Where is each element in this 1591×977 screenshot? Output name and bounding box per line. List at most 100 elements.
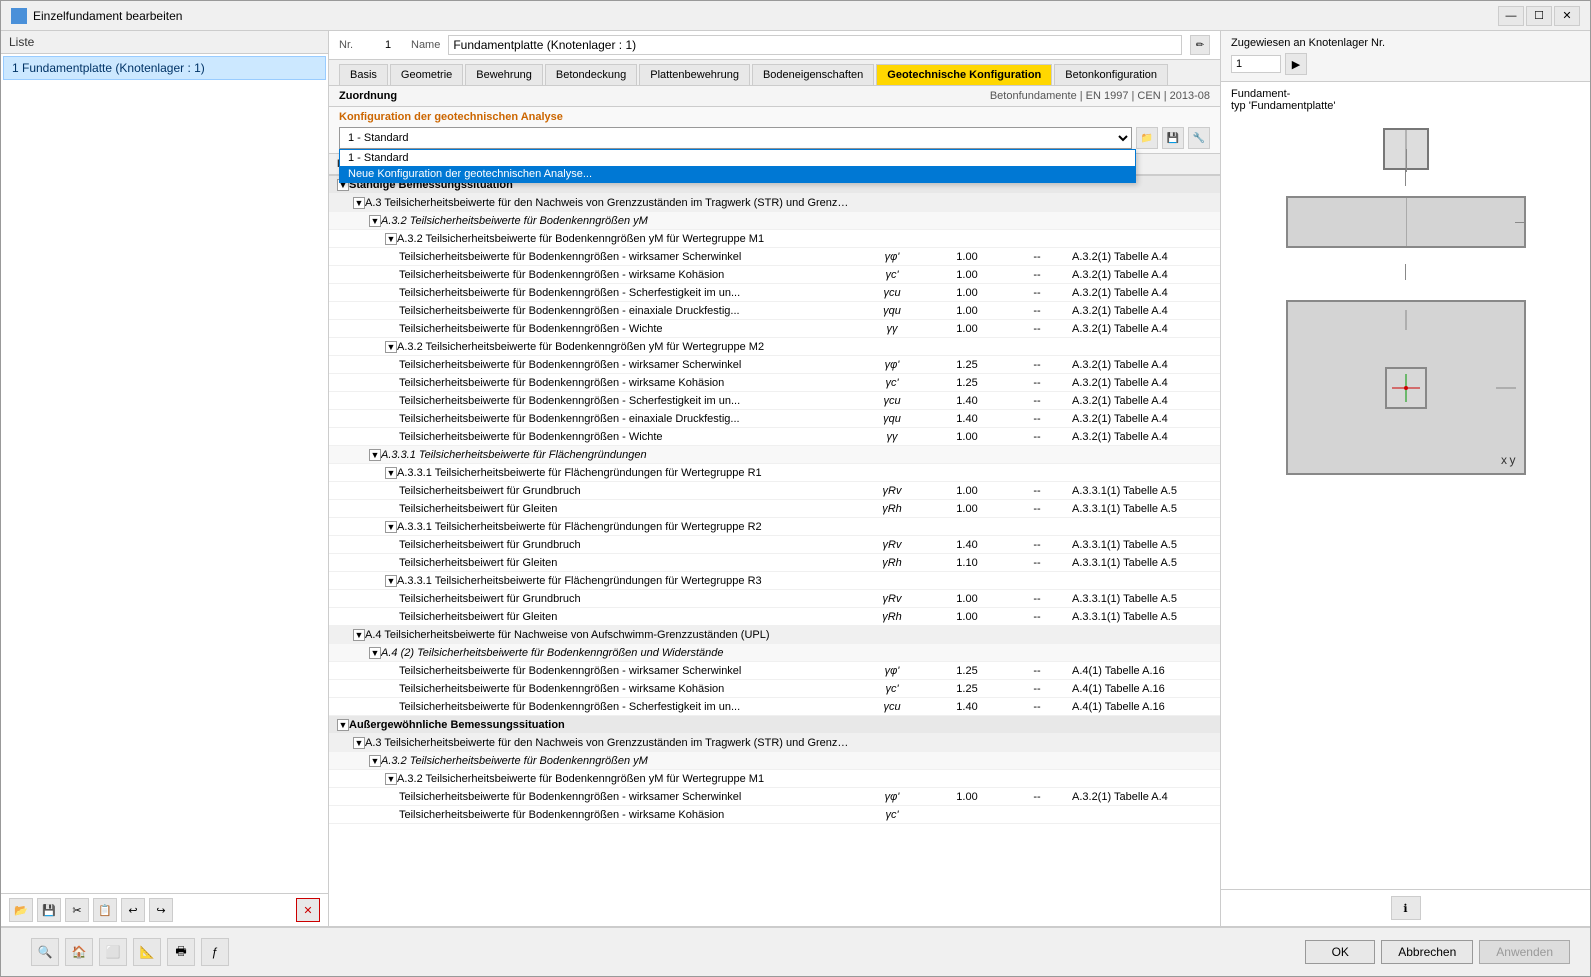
assigned-input[interactable] <box>1231 55 1281 73</box>
table-row[interactable]: ▼ A.3.3.1 Teilsicherheitsbeiwerte für Fl… <box>329 464 1220 482</box>
home-btn[interactable]: 🏠 <box>65 938 93 966</box>
table-row[interactable]: ▼ A.3.2 Teilsicherheitsbeiwerte für Bode… <box>329 212 1220 230</box>
table-row[interactable]: Teilsicherheitsbeiwerte für Bodenkenngrö… <box>329 374 1220 392</box>
info-button[interactable]: ℹ <box>1391 896 1421 920</box>
tab-bodeneigenschaften[interactable]: Bodeneigenschaften <box>752 64 874 85</box>
config-open-btn[interactable]: 📁 <box>1136 127 1158 149</box>
config-save-btn[interactable]: 💾 <box>1162 127 1184 149</box>
func-btn[interactable]: ƒ <box>201 938 229 966</box>
table-row[interactable]: Teilsicherheitsbeiwerte für Bodenkenngrö… <box>329 320 1220 338</box>
table-row[interactable]: Teilsicherheitsbeiwerte für Bodenkenngrö… <box>329 266 1220 284</box>
view-btn[interactable]: ⬜ <box>99 938 127 966</box>
table-row[interactable]: Teilsicherheitsbeiwerte für Bodenkenngrö… <box>329 248 1220 266</box>
table-row[interactable]: ▼ A.4 Teilsicherheitsbeiwerte für Nachwe… <box>329 626 1220 644</box>
table-row[interactable]: Teilsicherheitsbeiwerte für Bodenkenngrö… <box>329 662 1220 680</box>
expand-btn[interactable]: ▼ <box>337 719 349 731</box>
expand-btn[interactable]: ▼ <box>369 215 381 227</box>
expand-btn[interactable]: ▼ <box>385 521 397 533</box>
minimize-button[interactable]: — <box>1498 6 1524 26</box>
redo-button[interactable]: ↪ <box>149 898 173 922</box>
table-row[interactable]: ▼ A.3.2 Teilsicherheitsbeiwerte für Bode… <box>329 752 1220 770</box>
dropdown-item-new[interactable]: Neue Konfiguration der geotechnischen An… <box>340 166 1135 182</box>
config-edit-btn[interactable]: 🔧 <box>1188 127 1210 149</box>
delete-button[interactable]: ✕ <box>296 898 320 922</box>
save-button[interactable]: 💾 <box>37 898 61 922</box>
table-row[interactable]: ▼ A.3 Teilsicherheitsbeiwerte für den Na… <box>329 194 1220 212</box>
cancel-button[interactable]: Abbrechen <box>1381 940 1473 964</box>
table-row[interactable]: ▼ A.4 (2) Teilsicherheitsbeiwerte für Bo… <box>329 644 1220 662</box>
expand-btn[interactable]: ▼ <box>385 575 397 587</box>
table-row[interactable]: ▼ A.3.3.1 Teilsicherheitsbeiwerte für Fl… <box>329 446 1220 464</box>
close-button[interactable]: ✕ <box>1554 6 1580 26</box>
zoom-btn[interactable]: 🔍 <box>31 938 59 966</box>
print-btn[interactable]: 🖶 <box>167 938 195 966</box>
tab-plattenbewehrung[interactable]: Plattenbewehrung <box>639 64 750 85</box>
row-symbol: γRh <box>852 503 932 515</box>
table-row[interactable]: ▼ A.3.2 Teilsicherheitsbeiwerte für Bode… <box>329 230 1220 248</box>
tab-geometrie[interactable]: Geometrie <box>390 64 463 85</box>
table-row[interactable]: Teilsicherheitsbeiwerte für Bodenkenngrö… <box>329 392 1220 410</box>
table-row[interactable]: ▼ A.3 Teilsicherheitsbeiwerte für den Na… <box>329 734 1220 752</box>
expand-btn[interactable]: ▼ <box>385 773 397 785</box>
expand-btn[interactable]: ▼ <box>353 737 365 749</box>
tree-indent: ▼ <box>337 629 365 641</box>
table-row[interactable]: Teilsicherheitsbeiwerte für Bodenkenngrö… <box>329 806 1220 824</box>
table-row[interactable]: Teilsicherheitsbeiwerte für Bodenkenngrö… <box>329 698 1220 716</box>
table-row[interactable]: Teilsicherheitsbeiwert für Gleiten γRh 1… <box>329 554 1220 572</box>
config-select[interactable]: 1 - Standard Neue Konfiguration der geot… <box>339 127 1132 149</box>
table-row[interactable]: ▼ A.3.2 Teilsicherheitsbeiwerte für Bode… <box>329 338 1220 356</box>
table-row[interactable]: ▼ A.3.3.1 Teilsicherheitsbeiwerte für Fl… <box>329 518 1220 536</box>
maximize-button[interactable]: ☐ <box>1526 6 1552 26</box>
row-label: A.4 (2) Teilsicherheitsbeiwerte für Bode… <box>381 647 852 659</box>
row-note: A.3.2(1) Tabelle A.4 <box>1072 287 1212 299</box>
tab-basis[interactable]: Basis <box>339 64 388 85</box>
table-row[interactable]: ▼ Außergewöhnliche Bemessungssituation <box>329 716 1220 734</box>
table-row[interactable]: ▼ A.3.3.1 Teilsicherheitsbeiwerte für Fl… <box>329 572 1220 590</box>
tab-geotechnische-konfiguration[interactable]: Geotechnische Konfiguration <box>876 64 1052 85</box>
dropdown-item-standard[interactable]: 1 - Standard <box>340 150 1135 166</box>
table-body[interactable]: ▼ Ständige Bemessungssituation ▼ <box>329 176 1220 926</box>
table-row[interactable]: Teilsicherheitsbeiwerte für Bodenkenngrö… <box>329 788 1220 806</box>
row-value: 1.00 <box>932 431 1002 443</box>
table-row[interactable]: Teilsicherheitsbeiwert für Gleiten γRh 1… <box>329 500 1220 518</box>
expand-btn[interactable]: ▼ <box>385 467 397 479</box>
name-input[interactable] <box>448 35 1182 55</box>
expand-btn[interactable]: ▼ <box>353 197 365 209</box>
expand-btn[interactable]: ▼ <box>353 629 365 641</box>
list-item[interactable]: 1 Fundamentplatte (Knotenlager : 1) <box>3 56 326 80</box>
undo-button[interactable]: ↩ <box>121 898 145 922</box>
table-row[interactable]: Teilsicherheitsbeiwert für Grundbruch γR… <box>329 536 1220 554</box>
table-row[interactable]: Teilsicherheitsbeiwerte für Bodenkenngrö… <box>329 410 1220 428</box>
tab-betondeckung[interactable]: Betondeckung <box>545 64 637 85</box>
table-row[interactable]: Teilsicherheitsbeiwert für Grundbruch γR… <box>329 590 1220 608</box>
expand-btn[interactable]: ▼ <box>369 755 381 767</box>
copy-button[interactable]: 📋 <box>93 898 117 922</box>
edit-button[interactable]: ✏ <box>1190 35 1210 55</box>
tab-betonkonfiguration[interactable]: Betonkonfiguration <box>1054 64 1168 85</box>
expand-btn[interactable]: ▼ <box>369 647 381 659</box>
row-symbol: γc' <box>852 683 932 695</box>
ok-button[interactable]: OK <box>1305 940 1375 964</box>
expand-btn[interactable]: ▼ <box>369 449 381 461</box>
cut-button[interactable]: ✂ <box>65 898 89 922</box>
table-row[interactable]: Teilsicherheitsbeiwerte für Bodenkenngrö… <box>329 680 1220 698</box>
assigned-nav-btn[interactable]: ▶ <box>1285 53 1307 75</box>
expand-btn[interactable]: ▼ <box>385 233 397 245</box>
tab-bewehrung[interactable]: Bewehrung <box>465 64 543 85</box>
table-row[interactable]: Teilsicherheitsbeiwert für Grundbruch γR… <box>329 482 1220 500</box>
row-value: 1.00 <box>932 323 1002 335</box>
row-symbol: γRv <box>852 485 932 497</box>
row-label: A.3.3.1 Teilsicherheitsbeiwerte für Fläc… <box>397 467 852 479</box>
expand-btn[interactable]: ▼ <box>385 341 397 353</box>
row-symbol: γφ' <box>852 251 932 263</box>
table-row[interactable]: Teilsicherheitsbeiwerte für Bodenkenngrö… <box>329 356 1220 374</box>
measure-btn[interactable]: 📐 <box>133 938 161 966</box>
table-row[interactable]: ▼ A.3.2 Teilsicherheitsbeiwerte für Bode… <box>329 770 1220 788</box>
table-row[interactable]: Teilsicherheitsbeiwerte für Bodenkenngrö… <box>329 302 1220 320</box>
table-row[interactable]: Teilsicherheitsbeiwert für Gleiten γRh 1… <box>329 608 1220 626</box>
table-row[interactable]: Teilsicherheitsbeiwerte für Bodenkenngrö… <box>329 284 1220 302</box>
table-row[interactable]: Teilsicherheitsbeiwerte für Bodenkenngrö… <box>329 428 1220 446</box>
mid-right-line <box>1515 222 1525 223</box>
cross-center <box>1404 386 1408 390</box>
open-button[interactable]: 📂 <box>9 898 33 922</box>
